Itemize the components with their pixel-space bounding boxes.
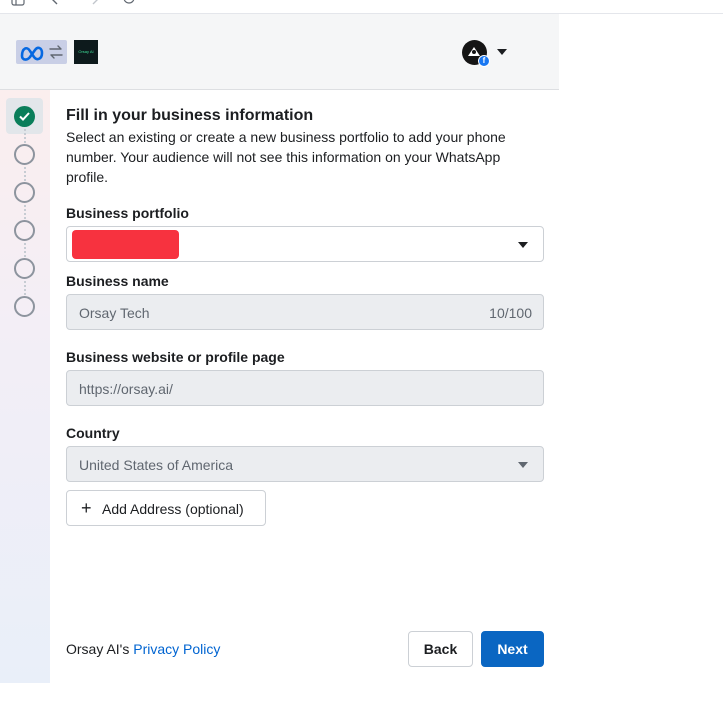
chevron-down-icon: [497, 49, 507, 55]
add-address-button[interactable]: + Add Address (optional): [66, 490, 266, 526]
step-connector: [24, 281, 26, 295]
chevron-down-icon: [518, 242, 528, 248]
avatar: f: [462, 39, 490, 67]
profile-menu[interactable]: f: [462, 39, 510, 67]
shield-icon[interactable]: [122, 0, 136, 6]
business-portfolio-label: Business portfolio: [66, 205, 189, 221]
step-connector: [24, 205, 26, 219]
business-name-field[interactable]: Orsay Tech 10/100: [66, 294, 544, 330]
sidebar-icon[interactable]: [11, 0, 25, 6]
website-label: Business website or profile page: [66, 349, 285, 365]
step-1-completed: [14, 106, 35, 127]
step-connector: [24, 167, 26, 181]
add-address-label: Add Address (optional): [102, 501, 244, 517]
step-connector: [24, 129, 26, 143]
website-field[interactable]: https://orsay.ai/: [66, 370, 544, 406]
country-value: United States of America: [79, 457, 234, 473]
back-button[interactable]: Back: [408, 631, 473, 667]
redacted-value: [72, 230, 179, 259]
country-label: Country: [66, 425, 120, 441]
character-counter: 10/100: [489, 305, 532, 321]
plus-icon: +: [81, 498, 92, 518]
business-portfolio-select[interactable]: [66, 226, 544, 262]
forward-arrow-icon[interactable]: [88, 0, 102, 6]
swap-icon: [49, 45, 63, 59]
page-title: Fill in your business information: [66, 107, 314, 124]
business-logo: Orsay AI: [74, 40, 98, 64]
privacy-notice: Orsay AI's Privacy Policy: [66, 641, 220, 657]
next-button[interactable]: Next: [481, 631, 544, 667]
step-2: [14, 144, 35, 165]
website-value: https://orsay.ai/: [79, 381, 173, 397]
business-name-label: Business name: [66, 273, 169, 289]
dialog-header: Orsay AI f: [0, 14, 559, 90]
business-name-value: Orsay Tech: [79, 305, 150, 321]
page-description: Select an existing or create a new busin…: [66, 129, 506, 185]
country-select[interactable]: United States of America: [66, 446, 544, 482]
step-6: [14, 296, 35, 317]
chevron-down-icon: [518, 462, 528, 468]
step-connector: [24, 243, 26, 257]
facebook-badge-icon: f: [478, 54, 490, 67]
step-3: [14, 182, 35, 203]
browser-toolbar: [0, 0, 723, 14]
step-indicator: [0, 90, 50, 683]
logo-group: [16, 40, 67, 64]
privacy-policy-link[interactable]: Privacy Policy: [133, 641, 220, 657]
step-5: [14, 258, 35, 279]
meta-logo-icon: [20, 46, 44, 61]
step-4: [14, 220, 35, 241]
privacy-owner-text: Orsay AI's: [66, 641, 130, 657]
checkmark-icon: [19, 112, 30, 121]
back-arrow-icon[interactable]: [48, 0, 62, 6]
